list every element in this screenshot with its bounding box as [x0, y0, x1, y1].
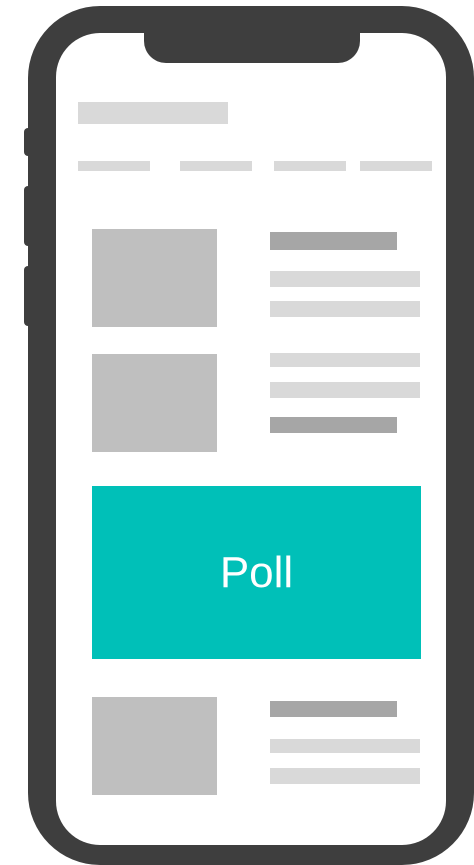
nav-tab-placeholder[interactable]: [360, 161, 432, 171]
nav-tab-placeholder[interactable]: [180, 161, 252, 171]
card-text-placeholder: [270, 353, 420, 367]
card-title-placeholder: [270, 701, 397, 717]
card-title-placeholder: [270, 232, 397, 250]
card-thumbnail-placeholder[interactable]: [92, 697, 217, 795]
phone-mockup-canvas: Poll: [0, 0, 474, 865]
card-text-placeholder: [270, 382, 420, 398]
card-title-placeholder: [270, 417, 397, 433]
card-text-placeholder: [270, 301, 420, 317]
header-title-placeholder: [78, 102, 228, 124]
nav-tab-placeholder[interactable]: [274, 161, 346, 171]
card-thumbnail-placeholder[interactable]: [92, 229, 217, 327]
nav-tab-placeholder[interactable]: [78, 161, 150, 171]
poll-block[interactable]: Poll: [92, 486, 421, 659]
card-thumbnail-placeholder[interactable]: [92, 354, 217, 452]
card-text-placeholder: [270, 739, 420, 753]
poll-label: Poll: [219, 547, 294, 597]
phone-notch: [144, 6, 360, 63]
card-text-placeholder: [270, 768, 420, 784]
card-text-placeholder: [270, 271, 420, 287]
